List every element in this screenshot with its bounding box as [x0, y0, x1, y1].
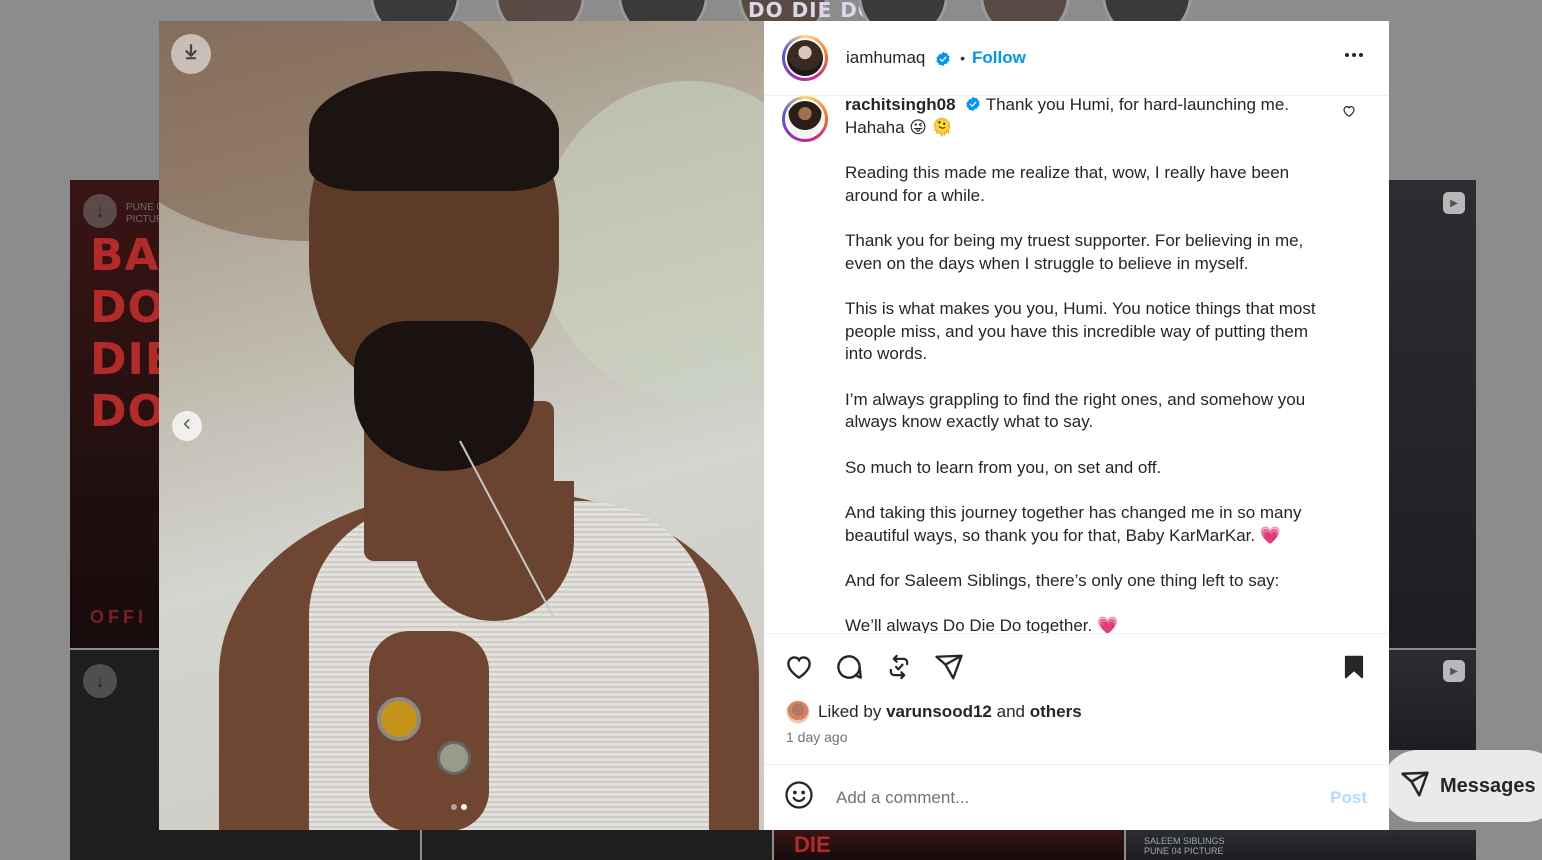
caption-paragraph: This is what makes you you, Humi. You no… [845, 299, 1316, 364]
liker-username[interactable]: varunsood12 [886, 702, 992, 722]
caption-paragraph: So much to learn from you, on set and of… [845, 457, 1162, 477]
photo-subject [437, 741, 471, 775]
poster-caption: OFFI [90, 607, 147, 627]
likes-summary: Liked by varunsood12 and others [764, 699, 1389, 725]
more-options-icon[interactable] [1343, 47, 1365, 63]
caption-paragraph: Reading this made me realize that, wow, … [845, 163, 1290, 205]
grid-post[interactable]: SALEEM SIBLINGS PUNE 04 PICTURE [1126, 830, 1476, 860]
photo-subject [309, 71, 559, 191]
add-comment-bar: Post [764, 764, 1389, 830]
separator-dot: • [960, 50, 966, 66]
caption-paragraph: And for Saleem Siblings, there’s only on… [845, 571, 1280, 590]
caption: rachitsingh08 Thank you Humi, for hard-l… [782, 96, 1372, 633]
photo-subject [354, 321, 534, 471]
carousel-dot [451, 804, 457, 810]
grid-post[interactable] [422, 830, 772, 860]
liker-avatar[interactable] [786, 700, 810, 724]
author-username[interactable]: iamhumaq [846, 48, 951, 68]
share-icon[interactable] [934, 652, 964, 682]
comment-icon[interactable] [834, 652, 864, 682]
grid-post[interactable]: ▶ [1389, 180, 1476, 648]
download-icon [182, 43, 200, 66]
messages-label: Messages [1440, 774, 1536, 797]
commenter-avatar[interactable] [782, 96, 828, 142]
post-actions [764, 633, 1389, 699]
caption-paragraph: We’ll always Do Die Do together. 💗 [845, 616, 1119, 633]
comment-input[interactable] [834, 786, 1331, 809]
caption-paragraph: And taking this journey together has cha… [845, 503, 1302, 545]
post-modal: iamhumaq • Follow rachitsingh08 Thank yo… [159, 21, 1389, 830]
post-details-panel: iamhumaq • Follow rachitsingh08 Thank yo… [764, 21, 1389, 830]
bookmark-icon[interactable] [1339, 652, 1369, 682]
grid-post[interactable]: ▶ [1389, 650, 1476, 750]
verified-badge-icon [935, 51, 951, 67]
follow-button[interactable]: Follow [972, 48, 1026, 68]
carousel-indicator [451, 804, 467, 810]
download-icon[interactable]: ↓ [83, 664, 117, 698]
caption-scroll-area[interactable]: rachitsingh08 Thank you Humi, for hard-l… [764, 96, 1389, 633]
post-media[interactable] [159, 21, 764, 830]
photo-subject [377, 697, 421, 741]
carousel-dot-active [461, 804, 467, 810]
author-avatar[interactable] [782, 35, 828, 81]
poster-tag: SALEEM SIBLINGS PUNE 04 PICTURE [1144, 836, 1225, 856]
likes-prefix: Liked by [818, 702, 882, 721]
messages-icon [1400, 769, 1430, 804]
chevron-left-icon [180, 417, 194, 436]
heart-icon[interactable] [784, 652, 814, 682]
download-button[interactable] [171, 34, 211, 74]
play-icon: ▶ [1443, 660, 1465, 682]
repost-icon[interactable] [884, 652, 914, 682]
likes-conj: and [996, 702, 1025, 721]
post-comment-button[interactable]: Post [1330, 788, 1367, 808]
verified-badge-icon [965, 96, 981, 112]
caption-username[interactable]: rachitsingh08 [845, 96, 956, 114]
emoji-icon[interactable] [784, 780, 814, 815]
post-timestamp[interactable]: 1 day ago [764, 729, 1389, 759]
story-highlight-text: DO DIE DO [748, 0, 876, 22]
caption-paragraph: rachitsingh08 Thank you Humi, for hard-l… [845, 96, 1335, 139]
grid-post[interactable]: DIE [774, 830, 1124, 860]
caption-paragraph: Thank you for being my truest supporter.… [845, 231, 1304, 273]
play-icon: ▶ [1443, 192, 1465, 214]
photo-background [539, 81, 764, 401]
post-header: iamhumaq • Follow [764, 21, 1389, 96]
download-icon[interactable]: ↓ [83, 194, 117, 228]
caption-body: rachitsingh08 Thank you Humi, for hard-l… [845, 96, 1335, 633]
messages-button[interactable]: Messages [1382, 750, 1542, 822]
like-comment-heart-icon[interactable] [1342, 104, 1356, 123]
poster-text: DIE [794, 832, 831, 857]
likes-others-link[interactable]: others [1030, 702, 1082, 722]
caption-paragraph: I’m always grappling to find the right o… [845, 389, 1306, 432]
previous-slide-button[interactable] [172, 411, 202, 441]
